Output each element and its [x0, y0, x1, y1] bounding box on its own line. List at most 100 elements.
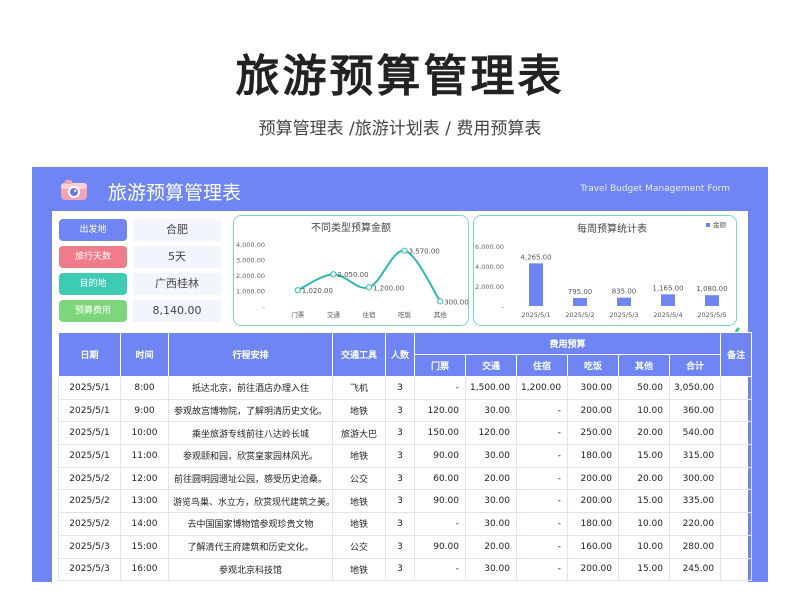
- cell-people: 3: [385, 534, 415, 559]
- data-point: [365, 284, 373, 291]
- header-people: 人数: [385, 332, 415, 377]
- cell-meals: 200.00: [567, 466, 619, 491]
- cell-date: 2025/5/1: [58, 444, 121, 468]
- cell-other: 10.00: [618, 534, 670, 559]
- cell-ticket: -: [414, 512, 466, 536]
- table-row: 2025/5/1 8:00 抵达北京，前往酒店办理入住 飞机 3-1,500.00 1,2…: [58, 376, 753, 400]
- cell-itinerary: 参观故宫博物院，了解明清历史文化。: [168, 398, 333, 423]
- y-tick-label: 1,000.00: [236, 288, 265, 296]
- cell-date: 2025/5/3: [58, 534, 121, 559]
- info-label-budget: 预算费用: [59, 300, 127, 322]
- cell-traffic: 30.00: [465, 398, 517, 423]
- x-tick-label: 2025/5/4: [653, 311, 682, 319]
- x-tick-label: 2025/5/3: [609, 311, 638, 319]
- x-tick-label: 门票: [291, 310, 305, 319]
- cell-date: 2025/5/2: [58, 466, 121, 491]
- y-tick-label: -: [263, 303, 266, 311]
- header-itinerary: 行程安排: [168, 332, 333, 377]
- cell-total: 245.00: [668, 557, 722, 582]
- header-traffic: 交通: [465, 354, 517, 377]
- cell-remark: [720, 398, 753, 423]
- x-tick-label: 2025/5/5: [697, 311, 726, 319]
- cell-lodging: -: [516, 398, 568, 423]
- y-tick-label: 3,000.00: [236, 257, 265, 265]
- header-total: 合计: [668, 354, 722, 377]
- cell-lodging: -: [516, 421, 568, 446]
- cell-ticket: 120.00: [414, 398, 466, 423]
- cell-meals: 180.00: [567, 444, 619, 468]
- cell-lodging: -: [516, 534, 568, 559]
- data-point: [330, 271, 337, 278]
- cell-ticket: 150.00: [414, 421, 466, 446]
- type-budget-chart: 不同类型预算金额 4,000.00 3,000.00 2,000.00 1,000.00…: [233, 215, 469, 326]
- cell-lodging: 1,200.00: [516, 376, 568, 400]
- info-value-days: 5天: [133, 246, 221, 268]
- x-tick-label: 交通: [327, 310, 341, 319]
- data-point: [401, 247, 408, 254]
- table-row: 2025/5/1 11:00 参观颐和园，欣赏皇家园林风光。 地铁 3 90.00 30.0…: [58, 444, 753, 468]
- header-ticket: 门票: [414, 354, 466, 377]
- data-label: 300.00: [444, 298, 468, 306]
- cell-meals: 200.00: [567, 557, 619, 582]
- cell-time: 16:00: [120, 557, 169, 582]
- cell-remark: [720, 489, 753, 514]
- cell-traffic: 30.00: [465, 557, 517, 582]
- cell-remark: [720, 421, 753, 446]
- header-remark: 备注: [720, 332, 753, 377]
- cell-traffic: 120.00: [465, 421, 517, 446]
- cell-ticket: 90.00: [414, 444, 466, 468]
- table-row: 2025/5/2 12:00 前往圆明园遗址公园，感受历史沧桑。 公交 3 60.00 20…: [58, 466, 753, 491]
- cell-total: 360.00: [668, 398, 722, 423]
- cell-ticket: 90.00: [414, 489, 466, 514]
- cell-total: 300.00: [668, 466, 722, 491]
- data-label: 1,080.00: [696, 285, 727, 293]
- cell-lodging: -: [516, 557, 568, 582]
- cell-people: 3: [385, 557, 415, 582]
- cell-transport: 地铁: [332, 444, 386, 468]
- cell-ticket: -: [414, 376, 466, 400]
- cell-time: 9:00: [120, 398, 169, 423]
- x-tick-label: 2025/5/2: [565, 311, 594, 319]
- cell-traffic: 30.00: [465, 444, 517, 468]
- cell-transport: 地铁: [332, 557, 386, 582]
- cell-date: 2025/5/1: [58, 398, 121, 423]
- info-label-days: 旅行天数: [59, 246, 127, 268]
- data-label: 3,570.00: [409, 248, 440, 256]
- cell-time: 13:00: [120, 489, 169, 514]
- data-label: 835.00: [612, 288, 637, 296]
- sheet-title-en: Travel Budget Management Form: [580, 184, 730, 194]
- cell-itinerary: 参观颐和园，欣赏皇家园林风光。: [168, 444, 333, 468]
- camera-icon: [61, 180, 87, 200]
- page-subtitle: 预算管理表 /旅游计划表 / 费用预算表: [258, 119, 542, 139]
- cell-people: 3: [385, 421, 415, 446]
- page-title: 旅游预算管理表: [235, 51, 565, 102]
- cell-meals: 300.00: [567, 376, 619, 400]
- cell-itinerary: 了解清代王府建筑和历史文化。: [168, 534, 333, 559]
- sheet-title: 旅游预算管理表: [108, 182, 242, 204]
- cell-itinerary: 参观北京科技馆: [168, 557, 333, 582]
- header-cost-group: 费用预算: [413, 332, 722, 355]
- header-date: 日期: [58, 332, 121, 377]
- table-row: 2025/5/1 9:00 参观故宫博物院，了解明清历史文化。 地铁 3 120.00 30…: [58, 398, 753, 423]
- cell-other: 15.00: [618, 557, 670, 582]
- cell-people: 3: [385, 489, 415, 514]
- budget-sheet: 旅游预算管理表 Travel Budget Management Form 出发…: [32, 167, 768, 582]
- cell-ticket: 90.00: [414, 534, 466, 559]
- budget-table: 日期 时间 行程安排 交通工具 人数 费用预算 备注 门票 交通 住宿 吃饭 其…: [58, 332, 753, 582]
- table-row: 2025/5/2 14:00 去中国国家博物馆参观珍贵文物 地铁 3-30.00-180…: [58, 512, 753, 536]
- cell-other: 15.00: [618, 444, 670, 468]
- x-tick-label: 住宿: [363, 310, 377, 319]
- data-point: [294, 287, 301, 294]
- cell-meals: 160.00: [567, 534, 619, 559]
- table-row: 2025/5/3 16:00 参观北京科技馆 地铁 3-30.00-200.00 15.0…: [58, 557, 753, 582]
- data-label: 2,050.00: [337, 271, 368, 279]
- cell-total: 540.00: [668, 421, 722, 446]
- table-row: 2025/5/3 15:00 了解清代王府建筑和历史文化。 公交 3 90.00 20.00…: [58, 534, 753, 559]
- cell-remark: [720, 376, 753, 400]
- cell-transport: 地铁: [332, 398, 386, 423]
- cell-meals: 250.00: [567, 421, 619, 446]
- y-tick-label: 2,000.00: [236, 272, 265, 280]
- y-tick-label: 6,000.00: [475, 243, 504, 251]
- header-lodging: 住宿: [516, 354, 568, 377]
- cell-total: 315.00: [668, 444, 722, 468]
